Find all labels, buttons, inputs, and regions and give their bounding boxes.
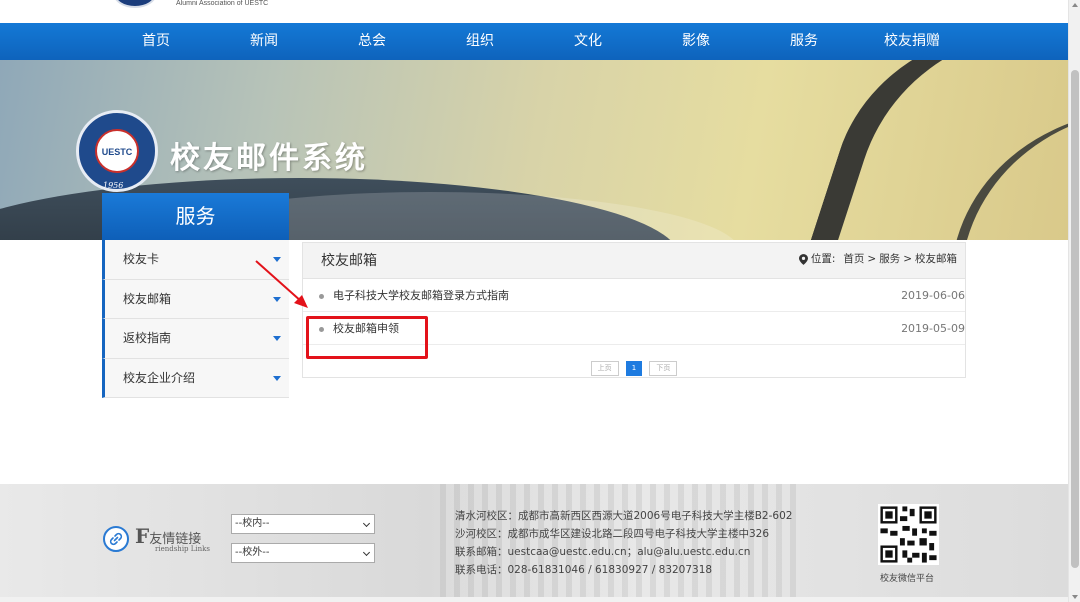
- logo-subtitle: Alumni Association of UESTC: [176, 0, 269, 7]
- list-item: 电子科技大学校友邮箱登录方式指南 2019-06-06: [303, 279, 965, 312]
- scroll-up-icon[interactable]: [1072, 3, 1078, 7]
- nav-item-news[interactable]: 新闻: [250, 23, 278, 60]
- breadcrumb-home[interactable]: 首页: [843, 243, 864, 275]
- nav-item-home[interactable]: 首页: [142, 23, 170, 60]
- annotation-highlight-box: [306, 316, 428, 359]
- sidebar-item-return-guide[interactable]: 返校指南: [102, 319, 289, 359]
- qr-label: 校友微信平台: [880, 574, 935, 584]
- sidebar-item-label: 校友邮箱: [123, 291, 172, 306]
- nav-item-association[interactable]: 总会: [358, 23, 386, 60]
- contact-phone: 联系电话：028-61831046 / 61830927 / 83207318: [455, 564, 713, 576]
- content-header: 校友邮箱 位置: 首页 > 服务 > 校友邮箱: [303, 243, 965, 279]
- page: Alumni Association of UESTC 首页 新闻 总会 组织 …: [0, 0, 1080, 602]
- link-icon: [103, 525, 129, 552]
- select-value: --校外--: [235, 547, 270, 558]
- nav-item-services[interactable]: 服务: [790, 23, 818, 60]
- chain-link-icon: [109, 532, 123, 545]
- friendship-links-logo: F友情链接 riendship Links: [103, 524, 210, 553]
- address-qingshuihe: 清水河校区：成都市高新西区西源大道2006号电子科技大学主楼B2-602: [455, 510, 793, 522]
- main-nav: 首页 新闻 总会 组织 文化 影像 服务 校友捐赠: [0, 23, 1068, 60]
- nav-item-organization[interactable]: 组织: [466, 23, 494, 60]
- svg-text:UESTC: UESTC: [102, 147, 133, 157]
- prev-page-button[interactable]: 上页: [590, 361, 619, 376]
- sidebar-heading: 服务: [102, 193, 289, 240]
- article-date: 2019-05-09: [901, 322, 965, 335]
- sidebar-item-label: 返校指南: [123, 331, 172, 345]
- sidebar-item-label: 校友企业介绍: [123, 370, 196, 385]
- horizontal-scrollbar[interactable]: [0, 597, 1068, 602]
- nav-item-gallery[interactable]: 影像: [682, 23, 710, 60]
- footer: F友情链接 riendship Links --校内-- --校外-- 清水河校…: [0, 484, 1068, 597]
- breadcrumb-prefix: 位置:: [810, 253, 836, 265]
- site-logo[interactable]: [113, 0, 157, 8]
- nav-item-donation[interactable]: 校友捐赠: [884, 23, 940, 60]
- links-title-en: riendship Links: [155, 545, 210, 553]
- page-1-button[interactable]: 1: [625, 361, 643, 376]
- emblem-year: 1956: [103, 181, 124, 190]
- emblem-center: UESTC: [95, 129, 139, 173]
- breadcrumb-services[interactable]: 服务: [879, 243, 900, 275]
- address-shahe: 沙河校区：成都市成华区建设北路二段四号电子科技大学主楼中326: [455, 528, 770, 540]
- vertical-scrollbar[interactable]: [1068, 0, 1080, 602]
- scrollbar-thumb[interactable]: [1071, 70, 1079, 568]
- nav-item-culture[interactable]: 文化: [574, 23, 602, 60]
- breadcrumb-current: 校友邮箱: [915, 253, 957, 265]
- sidebar-item-alumni-enterprises[interactable]: 校友企业介绍: [102, 358, 289, 398]
- links-title-letter: F: [135, 524, 150, 548]
- top-strip: Alumni Association of UESTC: [0, 0, 1068, 23]
- annotation-arrow-icon: [255, 260, 308, 308]
- content-title: 校友邮箱: [321, 253, 377, 269]
- chevron-down-icon: [362, 548, 371, 557]
- friendship-links-title: F友情链接 riendship Links: [135, 524, 210, 553]
- breadcrumb-separator: >: [867, 253, 877, 265]
- pagination: 上页 1 下页: [303, 361, 965, 377]
- contact-info: 清水河校区：成都市高新西区西源大道2006号电子科技大学主楼B2-602 沙河校…: [455, 507, 792, 579]
- contact-email: 联系邮箱：uestcaa@uestc.edu.cn；alu@alu.uestc.…: [455, 546, 751, 558]
- university-emblem: UESTC: [76, 110, 158, 192]
- scroll-down-icon[interactable]: [1072, 595, 1078, 599]
- chevron-down-icon: [362, 519, 371, 528]
- caret-down-icon: [273, 336, 281, 341]
- internal-links-select[interactable]: --校内--: [231, 514, 375, 534]
- banner-title: 校友邮件系统: [170, 141, 368, 176]
- breadcrumb: 位置: 首页 > 服务 > 校友邮箱: [798, 243, 957, 275]
- caret-down-icon: [273, 375, 281, 381]
- wechat-qr-code: [878, 504, 939, 565]
- article-date: 2019-06-06: [901, 289, 965, 302]
- location-pin-icon: [798, 253, 808, 265]
- breadcrumb-separator: >: [903, 253, 912, 265]
- select-value: --校内--: [235, 518, 270, 529]
- next-page-button[interactable]: 下页: [649, 361, 678, 376]
- article-link[interactable]: 电子科技大学校友邮箱登录方式指南: [333, 279, 509, 312]
- emblem-text-icon: UESTC: [102, 147, 133, 157]
- external-links-select[interactable]: --校外--: [231, 543, 375, 563]
- sidebar-item-label: 校友卡: [123, 252, 160, 266]
